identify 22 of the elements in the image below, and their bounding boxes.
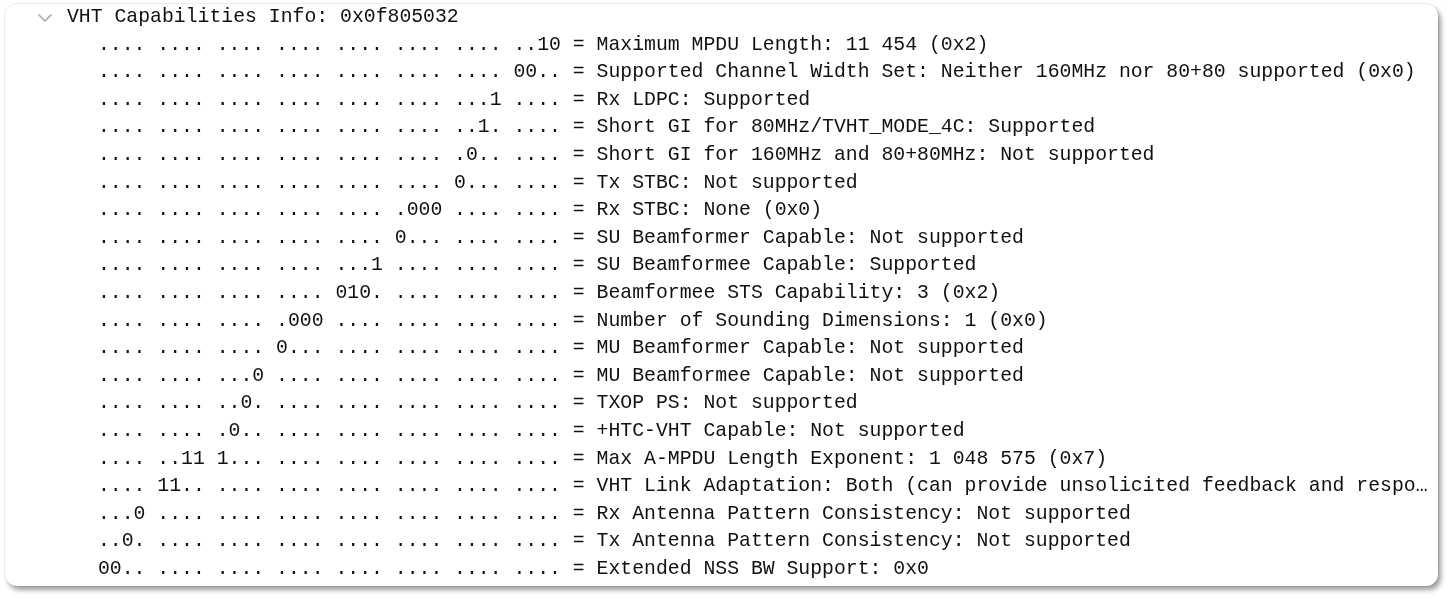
tree-item[interactable]: ...0 .... .... .... .... .... .... .... = Rx Antenna Pattern Consistency: Not supported <box>98 500 1131 529</box>
tree-item[interactable]: .... .... ...0 .... .... .... .... .... = MU Beamformee Capable: Not supported <box>98 362 1024 391</box>
tree-item[interactable]: .... .... .... .... .... .... .0.. .... = Short GI for 160MHz and 80+80MHz: Not supported <box>98 141 1155 170</box>
tree-item[interactable]: ..0. .... .... .... .... .... .... .... = Tx Antenna Pattern Consistency: Not supported <box>98 528 1131 556</box>
tree-item[interactable]: 00.. .... .... .... .... .... .... .... = Extended NSS BW Support: 0x0 <box>98 555 929 584</box>
tree-item[interactable]: .... .... .... .... ...1 .... .... .... = SU Beamformee Capable: Supported <box>98 252 977 280</box>
tree-item[interactable]: .... .... .0.. .... .... .... .... .... = +HTC-VHT Capable: Not supported <box>98 417 965 446</box>
tree-item[interactable]: .... .... .... .... .... .000 .... .... = Rx STBC: None (0x0) <box>98 197 823 225</box>
tree-node-label[interactable]: VHT Capabilities Info: 0x0f805032 <box>67 4 459 32</box>
tree-item[interactable]: .... .... .... .... .... 0... .... .... = SU Beamformer Capable: Not supported <box>98 224 1024 253</box>
tree-item[interactable]: .... .... ..0. .... .... .... .... .... = TXOP PS: Not supported <box>98 390 858 418</box>
tree-item[interactable]: .... .... .... .... .... .... ..1. .... = Short GI for 80MHz/TVHT_MODE_4C: Supported <box>98 114 1096 142</box>
tree-item[interactable]: .... .... .... .... .... .... 0... .... = Tx STBC: Not supported <box>98 169 858 198</box>
tree-item[interactable]: .... 11.. .... .... .... .... .... .... = VHT Link Adaptation: Both (can provide unsolicited feedback and respo… <box>98 473 1428 501</box>
tree-item[interactable]: .... .... .... .... .... .... ...1 .... = Rx LDPC: Supported <box>98 86 811 115</box>
chevron-down-icon[interactable] <box>38 13 52 22</box>
tree-item[interactable]: .... .... .... .... .... .... .... 00.. = Supported Channel Width Set: Neither 160MHz nor 80+80 supported (0x0) <box>98 59 1416 87</box>
tree-item[interactable]: .... .... .... .... 010. .... .... .... = Beamformee STS Capability: 3 (0x2) <box>98 279 1001 308</box>
tree-item[interactable]: .... .... .... .... .... .... .... ..10 = Maximum MPDU Length: 11 454 (0x2) <box>98 31 989 60</box>
tree-item[interactable]: .... .... .... 0... .... .... .... .... = MU Beamformer Capable: Not supported <box>98 335 1024 363</box>
tree-item[interactable]: .... ..11 1... .... .... .... .... .... = Max A-MPDU Length Exponent: 1 048 575 (0x7) <box>98 445 1107 474</box>
tree-item[interactable]: .... .... .... .000 .... .... .... .... = Number of Sounding Dimensions: 1 (0x0) <box>98 307 1048 336</box>
